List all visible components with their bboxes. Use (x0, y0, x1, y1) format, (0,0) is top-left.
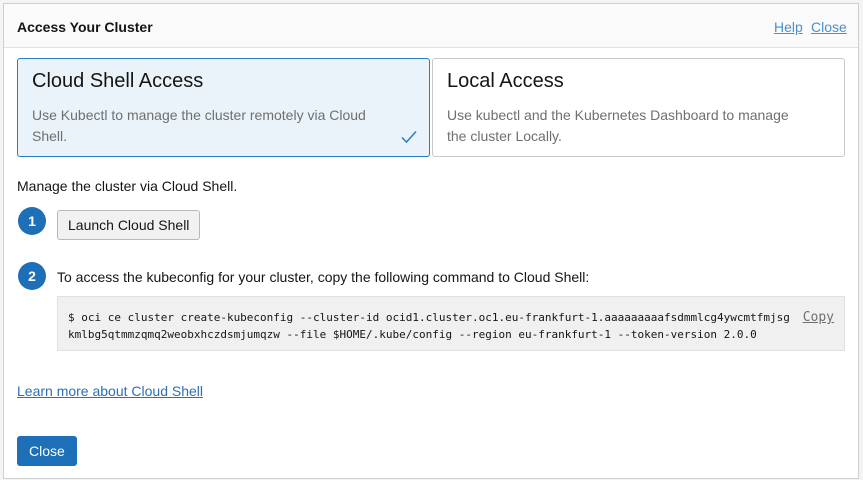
launch-cloud-shell-button[interactable]: Launch Cloud Shell (57, 210, 201, 240)
close-button[interactable]: Close (17, 436, 77, 466)
step-instruction: To access the kubeconfig for your cluste… (57, 269, 590, 285)
help-link[interactable]: Help (774, 19, 803, 35)
local-access-option[interactable]: Local Access Use kubectl and the Kuberne… (432, 58, 845, 157)
step-number-badge: 1 (18, 207, 46, 235)
dialog-title: Access Your Cluster (17, 19, 153, 35)
option-title: Cloud Shell Access (32, 70, 204, 92)
command-line: kmlbg5qtmmzqmq2weobxhczdsmjumqzw --file … (68, 328, 757, 341)
copy-command-link[interactable]: Copy (803, 310, 834, 325)
learn-more-link[interactable]: Learn more about Cloud Shell (17, 383, 203, 399)
command-line: $ oci ce cluster create-kubeconfig --clu… (68, 311, 790, 324)
step-number-badge: 2 (18, 262, 46, 290)
cloud-shell-access-option[interactable]: Cloud Shell Access Use Kubectl to manage… (17, 58, 430, 157)
option-title: Local Access (447, 70, 564, 92)
access-cluster-dialog: Access Your Cluster Help Close Cloud She… (3, 3, 859, 479)
checkmark-icon (401, 130, 417, 144)
header-close-link[interactable]: Close (811, 19, 847, 35)
option-description: Use Kubectl to manage the cluster remote… (32, 107, 366, 144)
intro-text: Manage the cluster via Cloud Shell. (17, 178, 238, 194)
command-box: $ oci ce cluster create-kubeconfig --clu… (57, 296, 845, 351)
command-text[interactable]: $ oci ce cluster create-kubeconfig --clu… (68, 309, 790, 343)
option-description: Use kubectl and the Kubernetes Dashboard… (447, 107, 789, 144)
dialog-header: Access Your Cluster Help Close (4, 4, 858, 48)
